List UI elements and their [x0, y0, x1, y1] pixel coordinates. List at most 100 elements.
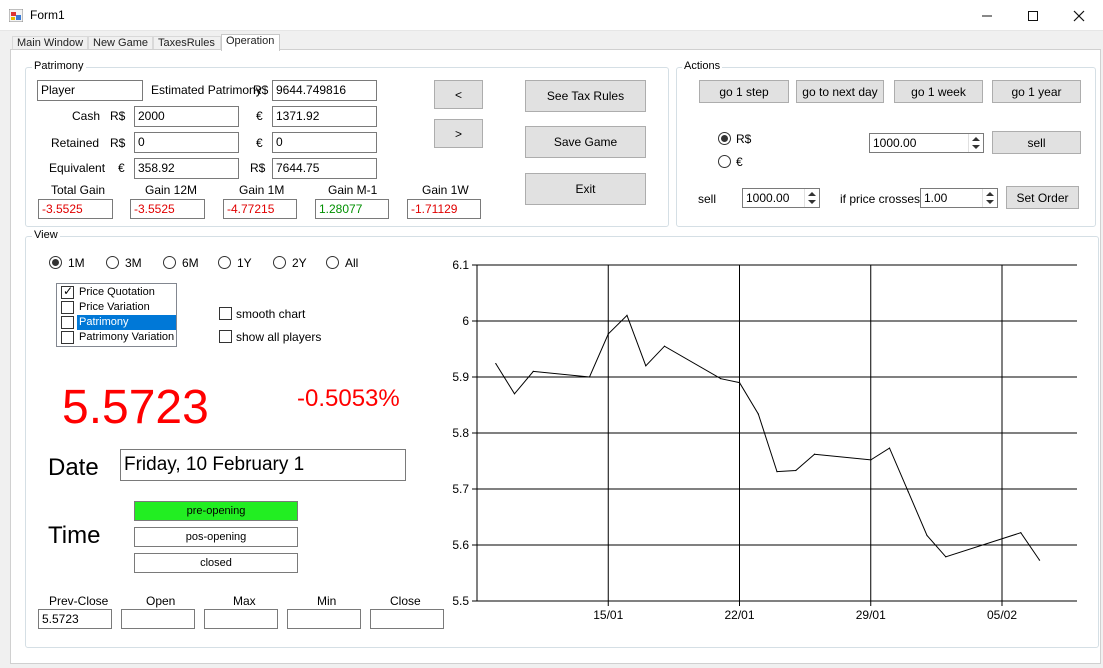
period-6m-label: 6M	[182, 256, 199, 270]
previous-button[interactable]: <	[434, 80, 483, 109]
cash-eur-field[interactable]: 1371.92	[272, 106, 377, 127]
tab-new-game[interactable]: New Game	[88, 36, 153, 50]
currency-eur-radio[interactable]	[718, 155, 731, 168]
tab-operation[interactable]: Operation	[221, 34, 280, 51]
spin-down-icon[interactable]	[972, 145, 980, 149]
data-point	[945, 556, 947, 558]
cash-eur-currency: €	[256, 109, 263, 123]
series-checkbox[interactable]: ✓	[61, 284, 74, 299]
title-bar: Form1	[0, 0, 1103, 31]
series-item-label: Patrimony Variation	[79, 331, 175, 343]
see-tax-rules-button[interactable]: See Tax Rules	[525, 80, 646, 112]
open-field[interactable]	[121, 609, 195, 629]
series-item-patrimony[interactable]: Patrimony	[59, 315, 176, 330]
set-order-button[interactable]: Set Order	[1006, 186, 1079, 209]
period-all-label: All	[345, 256, 359, 270]
estimated-patrimony-field[interactable]: 9644.749816	[272, 80, 377, 101]
sell-amount-value: 1000.00	[873, 136, 917, 150]
total-gain-field[interactable]: -3.5525	[38, 199, 113, 219]
cash-label: Cash	[72, 109, 101, 123]
gain-12m-field[interactable]: -3.5525	[130, 199, 205, 219]
close-field[interactable]	[370, 609, 444, 629]
min-field[interactable]	[287, 609, 361, 629]
close-window-button[interactable]	[1056, 0, 1102, 31]
period-3m-label: 3M	[125, 256, 142, 270]
sell-amount-spinbox[interactable]: 1000.00	[869, 133, 984, 153]
go-1-week-button[interactable]: go 1 week	[894, 80, 983, 103]
maximize-icon	[1028, 10, 1038, 21]
data-point	[926, 534, 928, 537]
price-threshold-spinbox[interactable]: 1.00	[920, 188, 998, 208]
x-tick-label: 29/01	[856, 608, 886, 622]
date-field[interactable]: Friday, 10 February 1	[120, 449, 406, 481]
tab-taxes-rules[interactable]: TaxesRules	[153, 36, 221, 50]
gain-1m-field[interactable]: -4.77215	[223, 199, 297, 219]
spin-down-icon[interactable]	[808, 200, 816, 204]
pos-opening-status: pos-opening	[134, 527, 298, 547]
price-threshold-value: 1.00	[924, 191, 948, 205]
gain-m-1-label: Gain M-1	[328, 183, 378, 197]
data-point	[1020, 532, 1022, 534]
series-item-label: Patrimony	[77, 315, 176, 330]
smooth-chart-checkbox[interactable]	[219, 307, 232, 320]
period-1m-radio[interactable]	[49, 256, 62, 269]
spin-arrows[interactable]	[982, 189, 997, 207]
period-all-radio[interactable]	[326, 256, 339, 269]
go-1-step-button[interactable]: go 1 step	[699, 80, 789, 103]
currency-brl-radio[interactable]	[718, 132, 731, 145]
current-price: 5.5723	[62, 381, 209, 434]
period-1y-label: 1Y	[237, 256, 252, 270]
data-point	[888, 447, 891, 449]
equivalent-eur-currency: €	[118, 161, 125, 175]
prev-close-field[interactable]: 5.5723	[38, 609, 112, 629]
retained-eur-field[interactable]: 0	[272, 132, 377, 153]
series-checkbox[interactable]	[61, 331, 74, 344]
retained-brl-field[interactable]: 0	[134, 132, 239, 153]
series-checkbox[interactable]	[61, 301, 74, 314]
series-checklist[interactable]: ✓ Price Quotation Price Variation Patrim…	[56, 283, 177, 347]
period-2y-radio[interactable]	[273, 256, 286, 269]
max-label: Max	[233, 594, 256, 608]
order-amount-spinbox[interactable]: 1000.00	[742, 188, 820, 208]
data-point	[532, 370, 534, 372]
next-button[interactable]: >	[434, 119, 483, 148]
period-1y-radio[interactable]	[218, 256, 231, 269]
minimize-button[interactable]	[964, 0, 1010, 31]
series-item-price-variation[interactable]: Price Variation	[59, 300, 176, 315]
series-checkbox[interactable]	[61, 316, 74, 329]
save-game-button[interactable]: Save Game	[525, 126, 646, 158]
gain-m-1-field[interactable]: 1.28077	[315, 199, 389, 219]
data-point	[738, 382, 741, 384]
period-3m-radio[interactable]	[106, 256, 119, 269]
player-name-field[interactable]: Player	[37, 80, 143, 101]
x-tick-label: 22/01	[724, 608, 754, 622]
series-item-price-quotation[interactable]: ✓ Price Quotation	[59, 284, 176, 300]
gain-1w-field[interactable]: -1.71129	[407, 199, 481, 219]
equivalent-eur-field[interactable]: 358.92	[134, 158, 239, 179]
show-all-players-checkbox[interactable]	[219, 330, 232, 343]
series-item-patrimony-variation[interactable]: Patrimony Variation	[59, 330, 176, 345]
data-point	[645, 365, 647, 367]
exit-button[interactable]: Exit	[525, 173, 646, 205]
sell-button[interactable]: sell	[992, 131, 1081, 154]
data-point	[1038, 559, 1041, 561]
max-field[interactable]	[204, 609, 278, 629]
pre-opening-status: pre-opening	[134, 501, 298, 521]
spin-up-icon[interactable]	[808, 192, 816, 196]
closed-status: closed	[134, 553, 298, 573]
spin-up-icon[interactable]	[986, 192, 994, 196]
equivalent-brl-field[interactable]: 7644.75	[272, 158, 377, 179]
tab-main-window[interactable]: Main Window	[12, 36, 88, 50]
period-6m-radio[interactable]	[163, 256, 176, 269]
estimated-currency-label: R$	[253, 83, 269, 97]
spin-up-icon[interactable]	[972, 137, 980, 141]
maximize-button[interactable]	[1010, 0, 1056, 31]
retained-brl-currency: R$	[110, 136, 126, 150]
cash-brl-field[interactable]: 2000	[134, 106, 239, 127]
data-point	[626, 314, 628, 316]
spin-arrows[interactable]	[804, 189, 819, 207]
spin-down-icon[interactable]	[986, 200, 994, 204]
spin-arrows[interactable]	[968, 134, 983, 152]
go-to-next-day-button[interactable]: go to next day	[796, 80, 884, 103]
go-1-year-button[interactable]: go 1 year	[992, 80, 1081, 103]
